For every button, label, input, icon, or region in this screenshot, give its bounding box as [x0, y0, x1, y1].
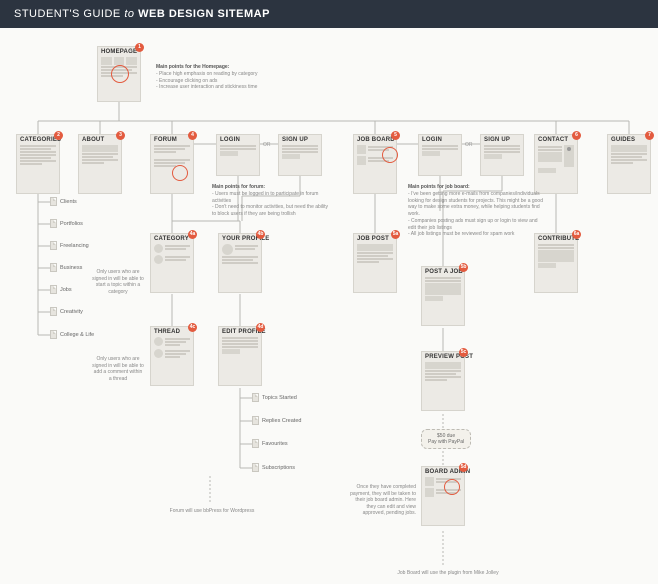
- node-login-job: LOGIN: [418, 134, 462, 176]
- document-icon: [50, 307, 57, 316]
- leaf-subs: Subscriptions: [252, 463, 295, 472]
- node-title: HOMEPAGE: [101, 49, 137, 55]
- side-note-admin: Once they have completed payment, they w…: [350, 484, 416, 517]
- document-icon: [50, 330, 57, 339]
- leaf-replies: Replies Created: [252, 416, 301, 425]
- document-icon: [252, 393, 259, 402]
- node-category: CATEGORY 4a: [150, 233, 194, 293]
- leaf-clients: Clients: [50, 197, 77, 206]
- document-icon: [252, 463, 259, 472]
- or-label: OR: [465, 142, 473, 148]
- document-icon: [252, 416, 259, 425]
- document-icon: [50, 263, 57, 272]
- leaf-portfolios: Portfolios: [50, 219, 83, 228]
- document-icon: [50, 219, 57, 228]
- connector-lines: [0, 26, 658, 584]
- node-thread: THREAD 4c: [150, 326, 194, 386]
- leaf-creativity: Creativity: [50, 307, 83, 316]
- leaf-favourites: Favourites: [252, 439, 288, 448]
- node-postajob: POST A JOB 5b: [421, 266, 465, 326]
- document-icon: [50, 285, 57, 294]
- highlight-ring: [444, 479, 460, 495]
- node-signup-job: SIGN UP: [480, 134, 524, 176]
- highlight-ring: [172, 165, 188, 181]
- note-jobboard: Main points for job board: - I've been g…: [408, 184, 546, 238]
- highlight-ring: [111, 65, 129, 83]
- node-forum: FORUM 4: [150, 134, 194, 194]
- node-jobboard: JOB BOARD 5: [353, 134, 397, 194]
- header-mid: to: [124, 8, 134, 20]
- or-label: OR: [263, 142, 271, 148]
- node-login-forum: LOGIN: [216, 134, 260, 176]
- node-editprofile: EDIT PROFILE 4d: [218, 326, 262, 386]
- node-categories: CATEGORIES 2: [16, 134, 60, 194]
- highlight-ring: [382, 147, 398, 163]
- note-forum: Main points for forum: - Users must be l…: [212, 184, 332, 218]
- document-icon: [252, 439, 259, 448]
- node-jobpost: JOB POST 5a: [353, 233, 397, 293]
- node-guides: GUIDES 7: [607, 134, 651, 194]
- document-icon: [50, 241, 57, 250]
- node-previewpost: PREVIEW POST 5c: [421, 351, 465, 411]
- sitemap-canvas: HOMEPAGE 1 Main points for the Homepage:…: [0, 26, 658, 584]
- node-homepage: HOMEPAGE 1: [97, 46, 141, 102]
- footnote-job: Job Board will use the plugin from Mike …: [393, 570, 503, 577]
- header-post: WEB DESIGN SITEMAP: [138, 8, 270, 20]
- header-pre: STUDENT'S GUIDE: [14, 8, 121, 20]
- leaf-freelancing: Freelancing: [50, 241, 89, 250]
- node-signup-forum: SIGN UP: [278, 134, 322, 176]
- node-boardadmin: BOARD ADMIN 5d: [421, 466, 465, 526]
- leaf-jobs: Jobs: [50, 285, 72, 294]
- page-header: STUDENT'S GUIDE to WEB DESIGN SITEMAP: [0, 0, 658, 28]
- node-yourprofile: YOUR PROFILE 4b: [218, 233, 262, 293]
- leaf-college: College & Life: [50, 330, 94, 339]
- note-homepage: Main points for the Homepage: - Place hi…: [156, 64, 286, 91]
- side-note-thread: Only users who are signed in will be abl…: [92, 356, 144, 382]
- side-note-category: Only users who are signed in will be abl…: [92, 269, 144, 295]
- footnote-forum: Forum will use bbPress for Wordpress: [162, 508, 262, 515]
- leaf-business: Business: [50, 263, 82, 272]
- document-icon: [50, 197, 57, 206]
- payment-box: $50 due Pay with PayPal: [421, 429, 471, 449]
- leaf-topics: Topics Started: [252, 393, 297, 402]
- node-about: ABOUT 3: [78, 134, 122, 194]
- node-contribute: CONTRIBUTE 6a: [534, 233, 578, 293]
- badge: 1: [135, 43, 144, 52]
